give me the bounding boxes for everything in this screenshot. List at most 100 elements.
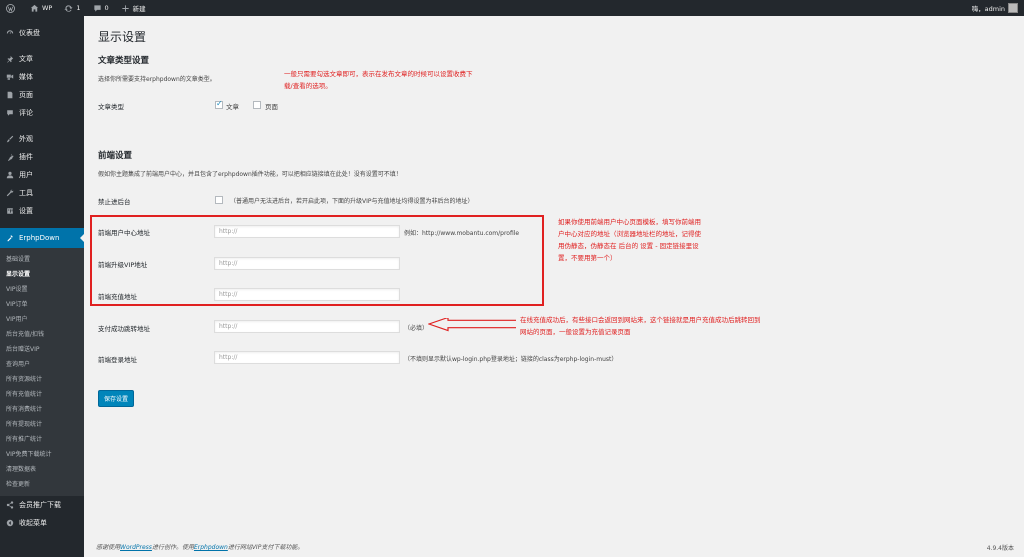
sidebar-item-label: 仪表盘 <box>19 29 40 37</box>
sidebar-item-dashboard[interactable]: 仪表盘 <box>0 24 84 42</box>
my-account-menu[interactable]: 嗨，admin <box>972 3 1024 13</box>
wp-logo-menu[interactable] <box>0 0 24 16</box>
brush-icon <box>6 135 14 143</box>
row-label-disable-admin: 禁止进后台 <box>98 198 131 206</box>
updates-icon <box>64 4 73 12</box>
submenu-item[interactable]: 后台赠送VIP <box>0 342 84 357</box>
sidebar-item-media[interactable]: 媒体 <box>0 68 84 86</box>
sidebar-item-affiliate[interactable]: 会员推广下载 <box>0 496 84 514</box>
sidebar-item-plugins[interactable]: 插件 <box>0 148 84 166</box>
row-label-post-type: 文章类型 <box>98 103 124 111</box>
page-icon <box>7 91 13 99</box>
sidebar-item-label: 设置 <box>19 207 33 215</box>
post-type-post-checkbox[interactable] <box>215 99 223 109</box>
row-label-pay-success: 支付成功跳转地址 <box>98 325 150 333</box>
erphpdown-submenu: 基础设置 显示设置 VIP设置 VIP订单 VIP用户 后台充值/扣钱 后台赠送… <box>0 248 84 496</box>
dashboard-icon <box>6 30 14 34</box>
sidebar-item-label: 收起菜单 <box>19 519 47 527</box>
submenu-item[interactable]: 基础设置 <box>0 252 84 267</box>
section-desc-post-types: 选择你所需要支持erphpdown的文章类型。 <box>98 76 216 83</box>
user-center-url-input[interactable]: http:// <box>214 225 400 238</box>
footer-version: 4.9.4版本 <box>986 545 1014 552</box>
sidebar-item-label: 外观 <box>19 135 33 143</box>
submenu-item[interactable]: 所有提现统计 <box>0 417 84 432</box>
submenu-item[interactable]: 所有消费统计 <box>0 402 84 417</box>
sidebar-item-settings[interactable]: 设置 <box>0 202 84 220</box>
wrench-icon <box>6 189 14 197</box>
site-name: WP <box>42 4 53 12</box>
sidebar-item-tools[interactable]: 工具 <box>0 184 84 202</box>
sidebar-item-pages[interactable]: 页面 <box>0 86 84 104</box>
submenu-item[interactable]: VIP用户 <box>0 312 84 327</box>
sidebar-item-label: 评论 <box>19 109 33 117</box>
pin-icon <box>7 55 14 63</box>
plus-icon <box>121 4 129 12</box>
new-label: 新建 <box>132 5 146 13</box>
comments-count: 0 <box>104 4 109 12</box>
pay-success-required: （必填） <box>404 325 429 332</box>
row-label-vip-upgrade: 前端升级VIP地址 <box>98 261 148 269</box>
updates-count: 1 <box>76 4 81 12</box>
login-url-input[interactable]: http:// <box>214 351 400 364</box>
admin-bar: WP 1 0 新建 嗨，admin <box>0 0 1024 16</box>
sidebar-item-label: 页面 <box>19 91 33 99</box>
section-desc-frontend: 假如你主题集成了前端用户中心，并且包含了erphpdown插件功能，可以把相应链… <box>98 171 402 178</box>
row-label-login: 前端登录地址 <box>98 356 137 364</box>
sidebar-item-label: 会员推广下载 <box>19 501 61 509</box>
sidebar-item-label: 插件 <box>19 153 33 161</box>
sidebar-item-label: 媒体 <box>19 73 33 81</box>
post-type-page-label: 页面 <box>265 103 278 111</box>
submenu-item[interactable]: VIP免费下载统计 <box>0 447 84 462</box>
sidebar-item-label: 用户 <box>19 171 33 179</box>
media-icon <box>6 74 14 80</box>
pay-success-url-input[interactable]: http:// <box>214 320 400 333</box>
main-content: 显示设置 文章类型设置 选择你所需要支持erphpdown的文章类型。 文章类型… <box>84 16 1024 557</box>
submenu-item[interactable]: 所有充值统计 <box>0 387 84 402</box>
recharge-url-input[interactable]: http:// <box>214 288 400 301</box>
submenu-item[interactable]: 后台充值/扣钱 <box>0 327 84 342</box>
sidebar-item-posts[interactable]: 文章 <box>0 50 84 68</box>
comment-icon <box>7 110 13 116</box>
sidebar-item-label: 工具 <box>19 189 33 197</box>
home-icon <box>30 4 39 12</box>
annotation-arrow-icon <box>428 318 516 332</box>
section-title-post-types: 文章类型设置 <box>98 56 150 66</box>
footer-text: 感谢使用 <box>96 544 121 551</box>
comment-bubble-icon <box>93 4 101 12</box>
disable-admin-checkbox[interactable] <box>215 196 223 204</box>
page-title: 显示设置 <box>98 30 147 44</box>
submenu-item[interactable]: 所有资源统计 <box>0 372 84 387</box>
collapse-menu-button[interactable]: 收起菜单 <box>0 514 84 532</box>
submenu-item[interactable]: 清理数据表 <box>0 462 84 477</box>
sidebar-item-erphpdown[interactable]: ErphpDown <box>0 228 84 248</box>
submenu-item[interactable]: 查询用户 <box>0 357 84 372</box>
submenu-item[interactable]: VIP设置 <box>0 282 84 297</box>
sidebar-item-users[interactable]: 用户 <box>0 166 84 184</box>
greeting: 嗨，admin <box>971 5 1005 13</box>
settings-icon <box>7 208 13 214</box>
annotation-post-type: 一般只需要勾选文章即可，表示在发布文章的时候可以设置收费下载/查看的选项。 <box>284 70 473 90</box>
submenu-item[interactable]: VIP订单 <box>0 297 84 312</box>
user-center-example: 例如：http://www.mobantu.com/profile <box>404 230 520 237</box>
comments-menu[interactable]: 0 <box>87 0 115 16</box>
post-type-page-checkbox[interactable] <box>253 101 261 109</box>
share-icon <box>6 501 14 509</box>
submenu-item[interactable]: 所有推广统计 <box>0 432 84 447</box>
updates-menu[interactable]: 1 <box>58 0 86 16</box>
save-settings-button[interactable]: 保存设置 <box>98 390 135 407</box>
erphpdown-icon <box>7 235 13 242</box>
erphpdown-link[interactable]: Erphpdown <box>194 544 228 551</box>
login-url-help: （不填则显示默认wp-login.php登录地址；链接的class为erphp-… <box>404 356 618 363</box>
new-content-menu[interactable]: 新建 <box>115 0 152 16</box>
vip-upgrade-url-input[interactable]: http:// <box>214 257 400 270</box>
site-name-menu[interactable]: WP <box>24 0 58 16</box>
sidebar-item-appearance[interactable]: 外观 <box>0 130 84 148</box>
footer-text: 进行网站VIP支付下载功能。 <box>227 544 304 551</box>
row-label-user-center: 前端用户中心地址 <box>98 229 150 237</box>
submenu-item-current[interactable]: 显示设置 <box>0 267 84 282</box>
footer-credits: 感谢使用WordPress进行创作。使用Erphpdown进行网站VIP支付下载… <box>96 542 303 551</box>
wordpress-link[interactable]: WordPress <box>120 544 152 551</box>
submenu-item[interactable]: 检查更新 <box>0 477 84 492</box>
annotation-pay-success: 在线充值成功后，有些接口会返回到网站来，这个链接就是用户充值成功后跳转回到网站的… <box>520 316 761 336</box>
sidebar-item-comments[interactable]: 评论 <box>0 104 84 122</box>
